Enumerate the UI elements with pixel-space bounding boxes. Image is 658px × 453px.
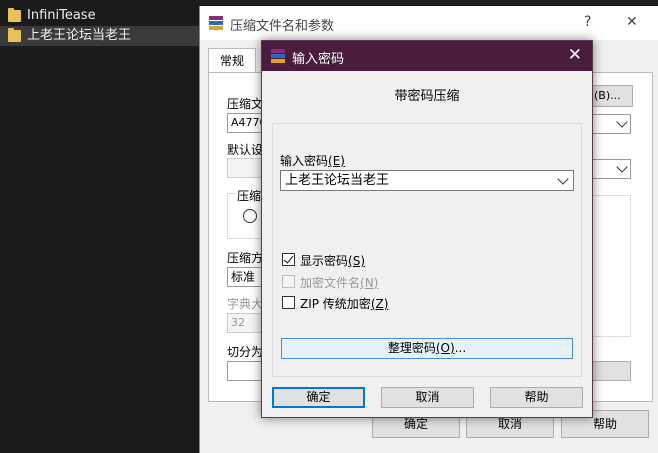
format-radio[interactable] [243, 209, 257, 223]
chevron-down-icon [616, 161, 628, 173]
archive-name-label: 压缩文 [227, 97, 264, 111]
archive-format-combo[interactable] [589, 114, 631, 134]
explorer-file-list: InfiniTease 上老王论坛当老王 [0, 0, 200, 453]
close-icon[interactable]: ✕ [626, 14, 638, 30]
zip-legacy-encryption-label[interactable]: ZIP 传统加密(Z) [300, 295, 388, 312]
chevron-down-icon [616, 116, 628, 128]
winrar-icon [271, 49, 285, 63]
encrypt-filenames-label: 加密文件名(N) [300, 276, 379, 290]
update-mode-combo[interactable] [589, 159, 631, 179]
split-volume-label: 切分为 [227, 345, 264, 359]
help-icon[interactable]: ? [584, 14, 591, 30]
folder-icon [8, 28, 21, 42]
file-list-item[interactable]: InfiniTease [0, 6, 200, 26]
file-name: 上老王论坛当老王 [27, 28, 132, 43]
method-label: 压缩方 [227, 251, 264, 265]
file-name: InfiniTease [27, 8, 96, 23]
password-dialog-titlebar[interactable]: 输入密码 ✕ [262, 41, 592, 71]
tab-general[interactable]: 常规 [208, 48, 256, 73]
default-profile-label: 默认设 [227, 143, 264, 157]
organize-passwords-button[interactable]: 整理密码(O)... [281, 338, 573, 359]
set-password-button[interactable] [589, 361, 631, 381]
password-dialog-title: 输入密码 [292, 52, 345, 67]
update-mode-label: 压缩 [235, 187, 264, 204]
show-password-label[interactable]: 显示密码(S) [300, 252, 365, 269]
archive-dialog-title: 压缩文件名和参数 [230, 19, 335, 34]
zip-legacy-encryption-checkbox[interactable] [282, 296, 295, 309]
password-label: 输入密码(E) [280, 154, 345, 168]
password-value: 上老王论坛当老王 [285, 173, 390, 188]
encrypt-filenames-checkbox[interactable] [282, 275, 295, 288]
archive-dialog-titlebar[interactable]: 压缩文件名和参数 ? ✕ [200, 6, 658, 40]
password-dialog-heading: 带密码压缩 [394, 89, 460, 104]
password-cancel-button[interactable]: 取消 [381, 387, 474, 408]
password-input[interactable]: 上老王论坛当老王 [280, 170, 574, 191]
enter-password-dialog: 输入密码 ✕ 带密码压缩 输入密码(E) 上老王论坛当老王 显示密码(S) 加密… [261, 40, 593, 418]
winrar-icon [209, 16, 223, 30]
file-list-item-selected[interactable]: 上老王论坛当老王 [0, 26, 200, 46]
close-icon[interactable]: ✕ [568, 46, 582, 64]
dictionary-label: 字典大 [227, 297, 264, 311]
folder-icon [8, 8, 21, 22]
archive-options-list [589, 195, 631, 337]
show-password-checkbox[interactable] [282, 253, 295, 266]
password-ok-button[interactable]: 确定 [272, 387, 365, 408]
password-help-button[interactable]: 帮助 [490, 387, 583, 408]
chevron-down-icon[interactable] [557, 173, 569, 185]
